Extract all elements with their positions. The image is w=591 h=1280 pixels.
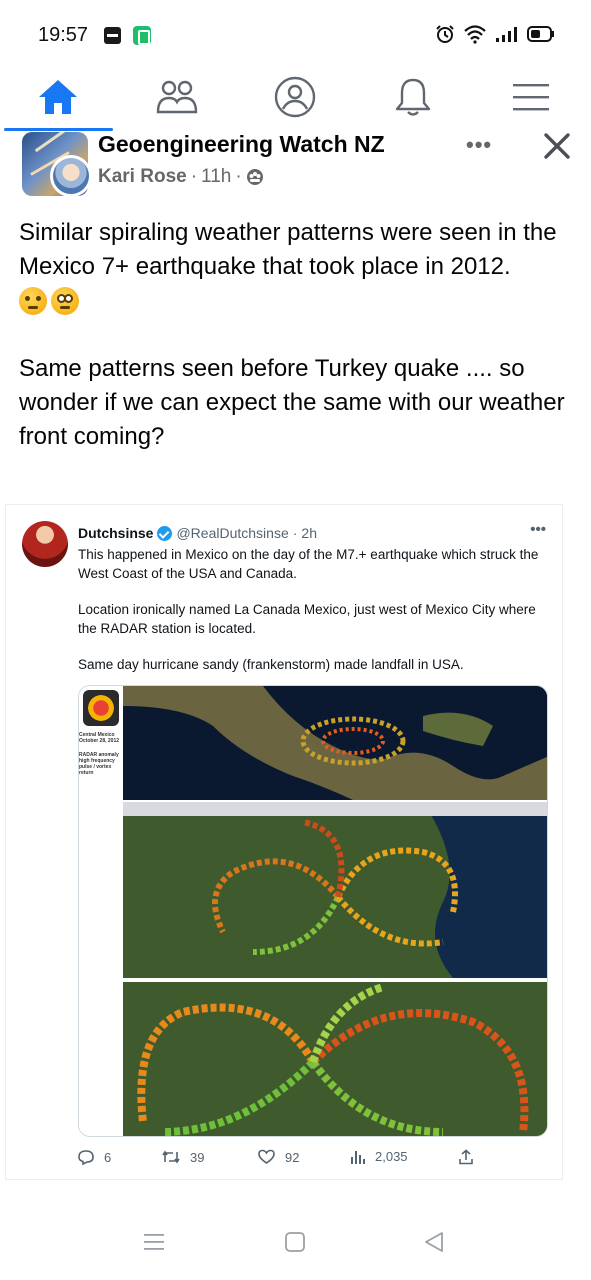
view-count: 2,035 [350,1149,408,1164]
home-button-icon[interactable] [284,1230,306,1254]
verified-badge-icon [157,525,173,541]
retweet-count-label: 39 [190,1149,205,1165]
app-notification-icon [133,26,151,45]
bell-icon [395,78,431,116]
reply-count: 6 [78,1149,111,1165]
post-body: Similar spiraling weather patterns were … [19,216,579,454]
tweet-separator: · [292,525,298,541]
post-paragraph: Same patterns seen before Turkey quake .… [19,355,565,450]
tweet-text: This happened in Mexico on the day of th… [78,545,548,691]
image-caption: Central Mexico October 28, 2012 RADAR an… [79,732,123,776]
meta-separator: · [235,166,242,187]
tweet-header: Dutchsinse @RealDutchsinse · 2h [78,525,317,541]
views-icon [351,1151,365,1164]
heart-icon [258,1149,275,1164]
nav-menu[interactable] [491,66,571,128]
satellite-map-panel [123,686,547,800]
tweet-handle: @RealDutchsinse [176,525,289,541]
alarm-icon [436,25,454,43]
signal-icon [496,27,517,42]
like-count-label: 92 [285,1149,300,1165]
author-name[interactable]: Kari Rose [98,166,187,188]
status-icons [435,24,555,44]
app-notification-icon [104,27,121,44]
members-icon [246,169,263,185]
image-sidebar: Central Mexico October 28, 2012 RADAR an… [79,686,123,1136]
user-avatar[interactable] [50,155,92,197]
tweet-more-icon: ••• [530,521,546,538]
status-bar: 19:57 [0,0,591,66]
nav-groups[interactable] [137,66,217,128]
tweet-line: This happened in Mexico on the day of th… [78,547,539,581]
back-icon[interactable] [423,1230,445,1254]
tweet-actions: 6 39 92 2,035 [78,1149,478,1169]
tweet-avatar [22,521,68,567]
channel-logo [83,690,119,726]
post-meta: Kari Rose · 11h · [98,166,264,188]
more-options-icon[interactable]: ••• [466,132,492,158]
caption-note: RADAR anomaly high frequency pulse / vor… [79,752,119,776]
retweet-count: 39 [162,1149,204,1165]
people-icon [156,80,198,114]
radar-closeup-panel [123,982,547,1136]
close-icon[interactable] [541,130,573,162]
status-time: 19:57 [38,24,89,46]
nav-home[interactable] [18,66,98,128]
reply-count-label: 6 [104,1149,112,1165]
battery-icon [527,26,554,42]
post-time[interactable]: 11h [201,166,231,188]
meta-separator: · [190,166,198,187]
tweet-time: 2h [301,525,317,541]
shared-tweet-image[interactable]: Dutchsinse @RealDutchsinse · 2h ••• This… [5,504,563,1180]
nav-notifications[interactable] [373,66,453,128]
post-header: Geoengineering Watch NZ Kari Rose · 11h … [0,130,591,202]
system-nav-bar [0,1212,591,1280]
recent-apps-icon[interactable] [143,1230,165,1254]
nav-profile[interactable] [255,66,335,128]
menu-icon [513,84,549,111]
post-paragraph: Similar spiraling weather patterns were … [19,219,557,280]
share-action [458,1149,474,1165]
like-count: 92 [258,1149,299,1165]
top-nav [0,66,591,132]
thinking-face-icon [19,287,47,315]
caption-title: Central Mexico October 28, 2012 [79,732,120,744]
tweet-line: Location ironically named La Canada Mexi… [78,602,536,636]
group-name[interactable]: Geoengineering Watch NZ [98,131,385,158]
flushed-face-icon [51,287,79,315]
tweet-line: Same day hurricane sandy (frankenstorm) … [78,657,464,672]
reply-icon [78,1150,94,1165]
wifi-icon [464,25,486,44]
share-icon [459,1149,473,1165]
home-icon [39,80,77,114]
profile-icon [274,76,316,118]
emoji-row [19,284,579,318]
retweet-icon [162,1150,180,1164]
radar-spiral-panel [123,802,547,978]
tweet-author-name: Dutchsinse [78,525,154,541]
view-count-label: 2,035 [375,1149,408,1164]
radar-image: Central Mexico October 28, 2012 RADAR an… [78,685,548,1137]
